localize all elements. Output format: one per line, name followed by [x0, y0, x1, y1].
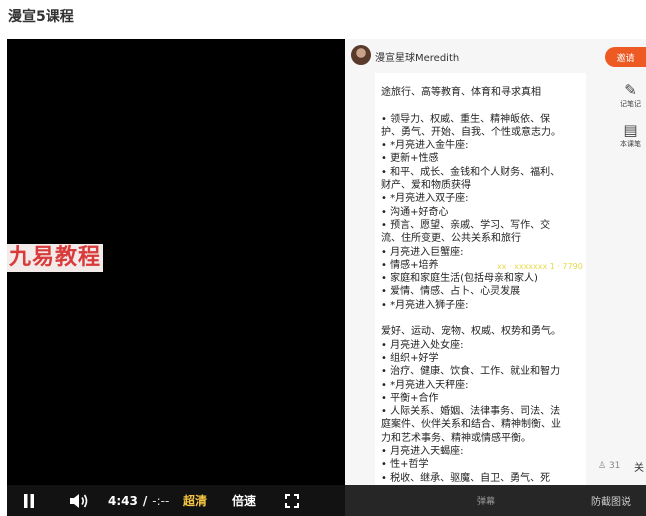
article-line: • 月亮进入处女座: — [381, 339, 464, 351]
video-watermark: 九易教程 — [7, 244, 104, 272]
quality-button[interactable]: 超清 — [183, 485, 207, 516]
fullscreen-button[interactable] — [285, 485, 299, 516]
article-line: • 更新+性感 — [381, 153, 439, 165]
article-line: • *月亮进入天秤座: — [381, 379, 469, 391]
article-line — [381, 312, 580, 325]
ghost-watermark: xx · xxxxxxx 1 · 7790 — [497, 262, 583, 271]
pause-button[interactable] — [23, 485, 35, 516]
page-title: 漫宣5课程 — [8, 9, 74, 25]
invite-button[interactable]: 邀请 — [605, 47, 646, 67]
article-line: • 组织+好学 — [381, 352, 439, 364]
tool-label-lesson-notes: 本课笔 — [620, 140, 641, 148]
time-display: 4:43 / -:-- — [108, 485, 169, 516]
danmaku-toggle[interactable]: 弹幕 — [477, 485, 495, 516]
article-line: 力和艺术事务、精神或情感平衡。 — [381, 432, 531, 444]
article-line: • 人际关系、婚姻、法律事务、司法、法 — [381, 406, 561, 418]
article-line: • 平衡+合作 — [381, 392, 439, 404]
speed-button[interactable]: 倍速 — [232, 485, 256, 516]
like-count[interactable]: ♙ 31 — [598, 461, 620, 471]
article-line: 财产、爱和物质获得 — [381, 180, 471, 192]
article-line: • 月亮进入巨蟹座: — [381, 246, 464, 258]
pencil-icon: ✎ — [624, 81, 637, 99]
article-line: 护、勇气、开始、自我、个性或意志力。 — [381, 126, 561, 138]
article-line: 流、住所变更、公共关系和旅行 — [381, 233, 521, 245]
video-player[interactable]: 九易教程 — [7, 39, 345, 516]
tool-label-note: 记笔记 — [620, 100, 641, 108]
article-line: • *月亮进入金牛座: — [381, 140, 469, 152]
note-icon: ▤ — [623, 121, 638, 139]
article-line: • *月亮进入狮子座: — [381, 299, 469, 311]
article-body: 途旅行、高等教育、体育和寻求真相 • 领导力、权威、重生、精神皈依、保 护、勇气、开… — [375, 73, 586, 485]
volume-icon — [70, 493, 88, 508]
article-line: • 预言、愿望、亲戚、学习、写作、交 — [381, 219, 551, 231]
article-line: • 治疗、健康、饮食、工作、就业和智力 — [381, 366, 561, 378]
anti-screenshot-note: 防截图说 — [591, 497, 631, 508]
like-icon: ♙ — [598, 461, 607, 471]
current-time: 4:43 — [108, 493, 138, 508]
article-line: 庭案件、伙伴关系和结合、精神制衡、业 — [381, 419, 561, 431]
pause-icon — [24, 493, 34, 508]
article-line: • *月亮进入双子座: — [381, 193, 469, 205]
article-line — [381, 99, 580, 112]
article-line: • 性+哲学 — [381, 459, 429, 471]
like-count-value: 31 — [608, 461, 621, 471]
volume-button[interactable] — [69, 485, 89, 516]
follow-button[interactable]: 关 — [634, 459, 644, 474]
article-line: • 家庭和家庭生活(包括母亲和家人) — [381, 273, 538, 285]
time-separator: / — [142, 493, 148, 508]
fullscreen-icon — [285, 493, 299, 508]
article-line: • 沟通+好奇心 — [381, 206, 449, 218]
player-controls: 4:43 / -:-- 超清 倍速 弹幕 防截图说 — [7, 485, 646, 516]
article-card: 途旅行、高等教育、体育和寻求真相 • 领导力、权威、重生、精神皈依、保 护、勇气、开… — [375, 73, 586, 485]
article-line: • 领导力、权威、重生、精神皈依、保 — [381, 113, 551, 125]
toolbox: ✎ 记笔记 ▤ 本课笔 — [615, 81, 646, 161]
side-panel: 漫宣星球Meredith 邀请 途旅行、高等教育、体育和寻求真相 • 领导力、权威… — [345, 39, 646, 485]
author-name[interactable]: 漫宣星球Meredith — [375, 49, 459, 64]
article-line: 爱好、运动、宠物、权威、权势和勇气。 — [381, 326, 561, 338]
article-line: • 月亮进入天蝎座: — [381, 446, 464, 458]
take-note-tool[interactable]: ✎ 记笔记 — [615, 81, 646, 109]
avatar[interactable] — [351, 45, 371, 65]
lesson-notes-tool[interactable]: ▤ 本课笔 — [615, 121, 646, 149]
duration: -:-- — [152, 493, 170, 508]
article-line: 途旅行、高等教育、体育和寻求真相 — [381, 87, 541, 98]
article-line: • 和平、成长、金钱和个人财务、福利、 — [381, 166, 561, 178]
article-line: • 爱情、情感、占卜、心灵发展 — [381, 286, 521, 298]
article-line: • 税收、继承、驱魔、自卫、勇气、死 — [381, 472, 551, 484]
